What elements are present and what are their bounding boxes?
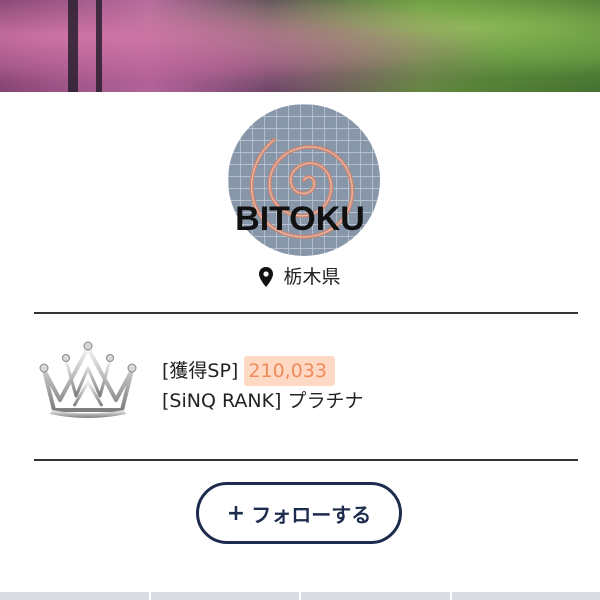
tab-placeholder [150, 592, 299, 600]
sp-value: 210,033 [244, 356, 335, 386]
tab-strip [0, 592, 600, 600]
follow-label: フォローする [251, 502, 372, 527]
rank-row: [SiNQ RANK] プラチナ [162, 386, 364, 416]
tab-placeholder [301, 592, 450, 600]
crown-icon [36, 338, 140, 422]
cover-photo [0, 0, 600, 92]
cover-tree-trunk [68, 0, 78, 92]
tab-placeholder [0, 592, 149, 600]
cover-tree-trunk [96, 0, 102, 92]
profile-location: 栃木県 [0, 262, 600, 292]
profile-stats: [獲得SP] 210,033 [SiNQ RANK] プラチナ [162, 356, 364, 416]
plus-icon: + [226, 500, 246, 526]
map-pin-icon [259, 267, 274, 292]
location-text: 栃木県 [283, 266, 341, 288]
divider [34, 312, 578, 314]
sp-row: [獲得SP] 210,033 [162, 356, 364, 386]
rank-label: [SiNQ RANK] [162, 390, 282, 412]
follow-button[interactable]: + フォローする [196, 482, 402, 544]
profile-name: BITOKU [235, 200, 365, 238]
sp-label: [獲得SP] [162, 360, 239, 382]
divider [34, 459, 578, 461]
rank-value: プラチナ [287, 390, 364, 412]
tab-placeholder [451, 592, 600, 600]
